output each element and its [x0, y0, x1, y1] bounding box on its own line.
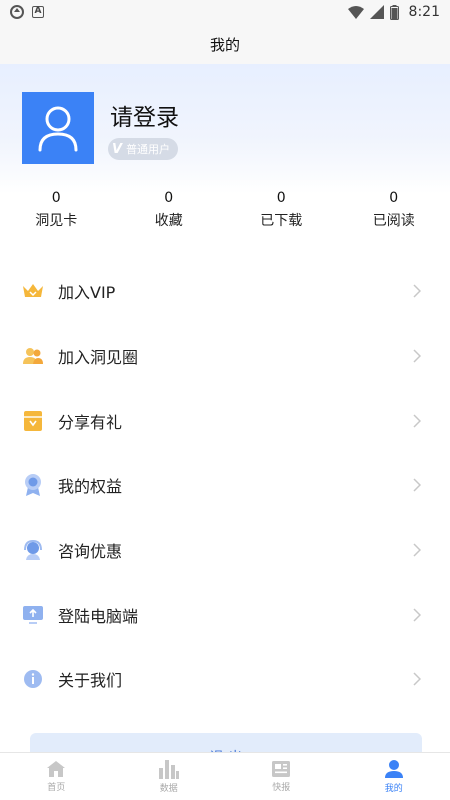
monitor-icon: [22, 604, 44, 626]
menu-item-join-vip[interactable]: 加入VIP: [0, 259, 450, 324]
medal-icon: [22, 474, 44, 497]
vip-v-icon: V: [112, 141, 123, 157]
status-right: 8:21: [347, 4, 440, 20]
menu-label: 分享有礼: [58, 412, 123, 432]
menu-label: 登陆电脑端: [58, 606, 139, 626]
stat-cards[interactable]: 0 洞见卡: [0, 190, 113, 240]
signal-icon: [369, 5, 384, 19]
stat-value: 0: [389, 190, 399, 206]
menu-label: 加入洞见圈: [58, 348, 139, 368]
stat-label: 已阅读: [372, 213, 415, 229]
menu-item-pc-login[interactable]: 登陆电脑端: [0, 582, 450, 647]
menu-label: 咨询优惠: [58, 542, 123, 562]
menu-item-my-benefits[interactable]: 我的权益: [0, 453, 450, 518]
menu-item-join-circle[interactable]: 加入洞见圈: [0, 324, 450, 389]
sync-icon: [10, 5, 24, 19]
app-notification-icon: A: [32, 6, 44, 18]
avatar[interactable]: [22, 92, 94, 164]
tab-label: 数据: [159, 784, 178, 794]
headset-icon: [22, 539, 44, 561]
community-icon: [22, 345, 44, 367]
stat-label: 已下载: [260, 213, 303, 229]
tab-label: 快报: [272, 783, 291, 793]
tab-news[interactable]: 快报: [225, 753, 338, 800]
chevron-right-icon: [410, 672, 424, 686]
user-avatar-icon: [38, 106, 78, 152]
home-icon: [47, 761, 66, 777]
info-icon: [22, 668, 44, 690]
chevron-right-icon: [410, 608, 424, 622]
menu-item-about-us[interactable]: 关于我们: [0, 647, 450, 712]
profile-icon: [384, 760, 403, 778]
page-title: 我的: [209, 35, 240, 54]
wifi-icon: [347, 5, 364, 19]
chart-icon: [158, 760, 179, 779]
stat-favorites[interactable]: 0 收藏: [113, 190, 226, 240]
stat-label: 洞见卡: [35, 213, 78, 229]
tab-label: 我的: [384, 784, 403, 794]
tab-home[interactable]: 首页: [0, 753, 113, 800]
battery-icon: [389, 4, 399, 20]
news-icon: [272, 761, 291, 777]
login-prompt[interactable]: 请登录: [110, 98, 179, 132]
user-level-label: 普通用户: [126, 143, 171, 156]
status-left: A: [10, 5, 44, 19]
chevron-right-icon: [410, 284, 424, 298]
status-bar: A 8:21: [0, 0, 450, 24]
menu-label: 关于我们: [58, 671, 123, 691]
stats-row: 0 洞见卡 0 收藏 0 已下载 0 已阅读: [0, 190, 450, 240]
user-level-badge: V 普通用户: [108, 138, 179, 160]
crown-icon: [22, 280, 44, 302]
status-time: 8:21: [408, 4, 440, 20]
chevron-right-icon: [410, 349, 424, 363]
page-title-bar: 我的: [0, 24, 450, 64]
tab-profile[interactable]: 我的: [338, 753, 450, 800]
stat-value: 0: [51, 190, 61, 206]
stat-label: 收藏: [154, 213, 183, 229]
stat-downloaded[interactable]: 0 已下载: [225, 190, 338, 240]
stat-value: 0: [276, 190, 286, 206]
bottom-tab-bar: 首页 数据 快报 我的: [0, 752, 450, 800]
chevron-right-icon: [410, 414, 424, 428]
stat-value: 0: [164, 190, 174, 206]
menu-label: 我的权益: [58, 477, 123, 497]
menu-item-consult-discount[interactable]: 咨询优惠: [0, 518, 450, 583]
menu-list: 加入VIP 加入洞见圈 分享有礼 我的权益 咨询优惠 登陆电脑端 关于我们: [0, 259, 450, 712]
menu-item-share-reward[interactable]: 分享有礼: [0, 388, 450, 453]
chevron-right-icon: [410, 478, 424, 492]
stat-read[interactable]: 0 已阅读: [338, 190, 450, 240]
tab-label: 首页: [47, 783, 66, 793]
menu-label: 加入VIP: [58, 283, 116, 303]
tab-data[interactable]: 数据: [113, 753, 226, 800]
chevron-right-icon: [410, 543, 424, 557]
gift-icon: [22, 410, 44, 432]
